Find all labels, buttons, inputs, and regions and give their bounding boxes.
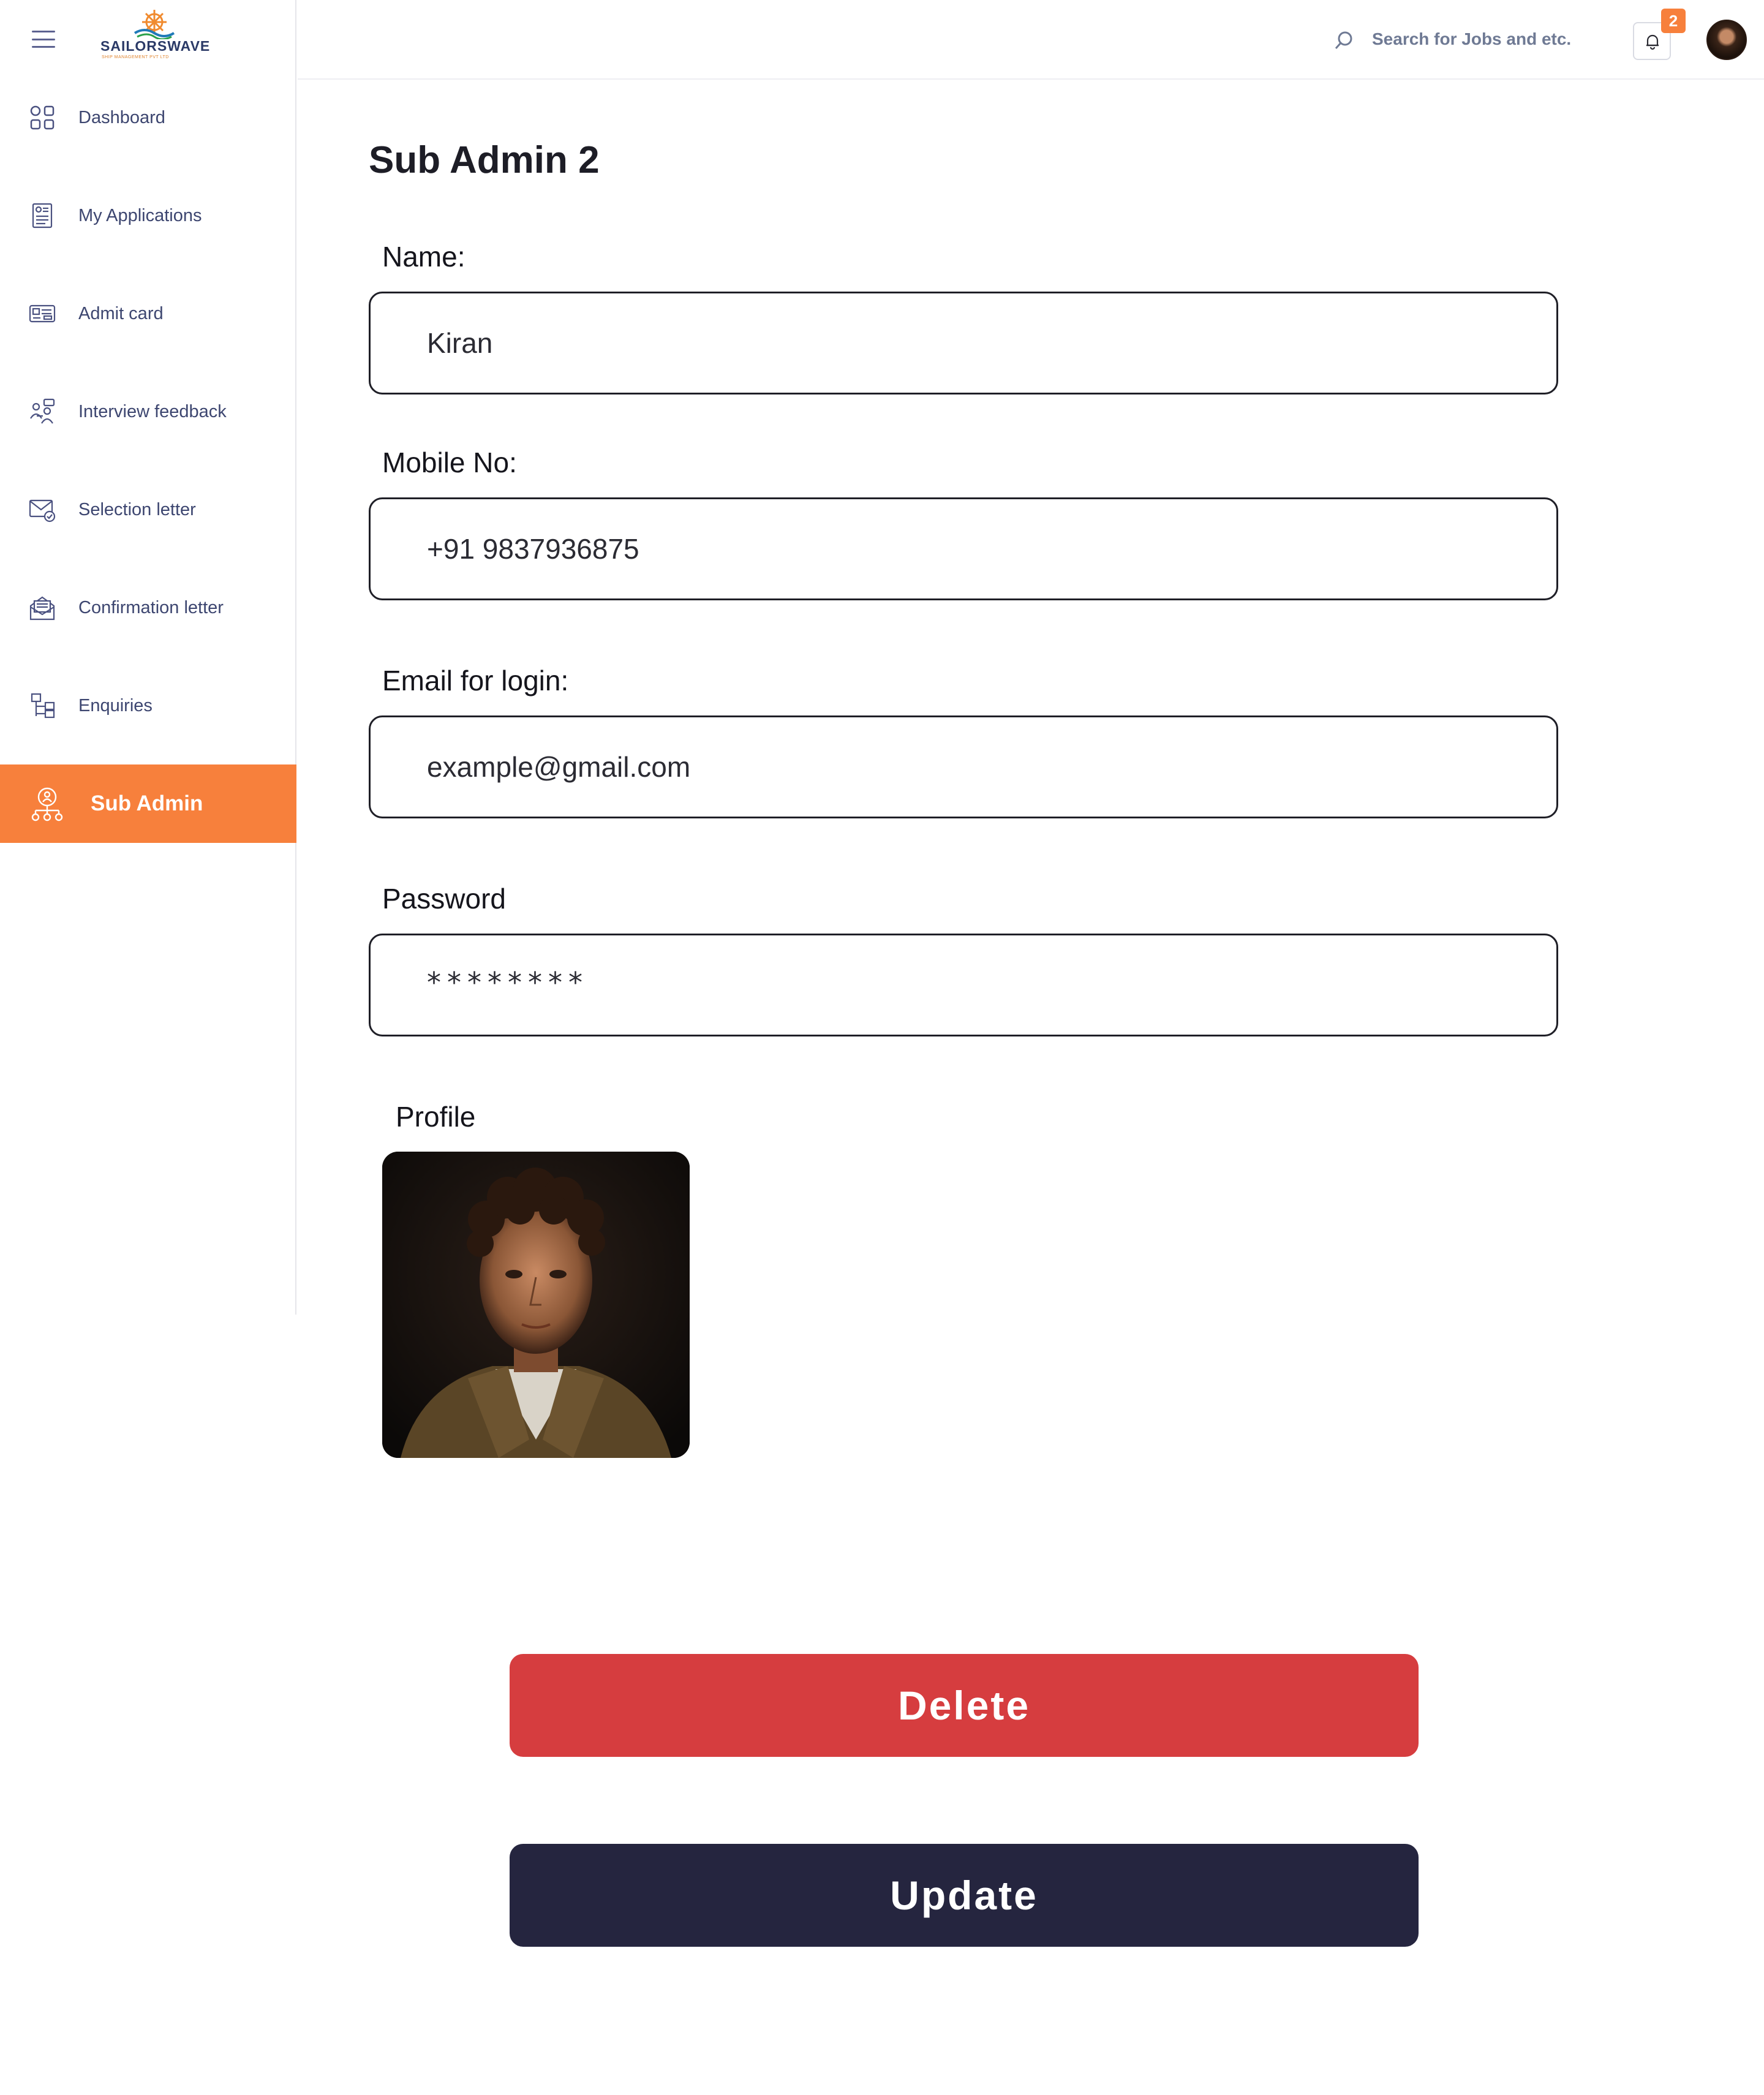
sidebar-item-dashboard[interactable]: Dashboard bbox=[0, 78, 296, 157]
sidebar-item-label: Selection letter bbox=[78, 499, 196, 519]
mobile-field[interactable] bbox=[427, 499, 1529, 598]
sidebar-item-label: Admit card bbox=[78, 303, 164, 323]
enquiry-icon bbox=[31, 693, 55, 719]
name-label: Name: bbox=[382, 241, 466, 273]
sidebar-item-interview-feedback[interactable]: Interview feedback bbox=[0, 372, 296, 451]
search-input[interactable]: Search for Jobs and etc. bbox=[1372, 29, 1571, 49]
sidebar-item-label: Sub Admin bbox=[91, 791, 203, 815]
password-field[interactable]: ******** bbox=[369, 934, 1558, 1036]
sailorswave-logo[interactable]: SAILORSWAVE SHIP MANAGEMENT PVT LTD bbox=[98, 9, 211, 65]
sidebar-item-my-applications[interactable]: My Applications bbox=[0, 176, 296, 255]
profile-photo[interactable] bbox=[382, 1152, 690, 1458]
top-bar: Search for Jobs and etc. 2 bbox=[298, 0, 1764, 80]
update-button[interactable]: Update bbox=[510, 1844, 1419, 1947]
org-chart-icon bbox=[31, 787, 63, 821]
name-field[interactable] bbox=[427, 293, 1529, 393]
interview-icon bbox=[30, 398, 55, 424]
bell-icon bbox=[1646, 34, 1659, 50]
application-form-icon bbox=[32, 203, 53, 228]
email-field[interactable] bbox=[427, 717, 1529, 817]
mobile-field-box bbox=[369, 497, 1558, 600]
password-label: Password bbox=[382, 883, 506, 915]
delete-button[interactable]: Delete bbox=[510, 1654, 1419, 1757]
id-card-icon bbox=[29, 304, 56, 323]
sidebar-item-enquiries[interactable]: Enquiries bbox=[0, 666, 296, 745]
email-label: Email for login: bbox=[382, 665, 569, 696]
sidebar: SAILORSWAVE SHIP MANAGEMENT PVT LTD Dash… bbox=[0, 0, 296, 1315]
sidebar-item-label: Dashboard bbox=[78, 107, 165, 127]
sidebar-item-label: Enquiries bbox=[78, 695, 153, 715]
sidebar-item-sub-admin[interactable]: Sub Admin bbox=[0, 764, 296, 843]
sidebar-item-admit-card[interactable]: Admit card bbox=[0, 274, 296, 353]
brand-tagline: SHIP MANAGEMENT PVT LTD bbox=[102, 55, 169, 59]
avatar[interactable] bbox=[1706, 20, 1747, 60]
sidebar-item-selection-letter[interactable]: Selection letter bbox=[0, 470, 296, 549]
sidebar-item-confirmation-letter[interactable]: Confirmation letter bbox=[0, 568, 296, 647]
sidebar-item-label: My Applications bbox=[78, 205, 202, 225]
password-value: ******** bbox=[427, 966, 589, 999]
notification-badge: 2 bbox=[1661, 9, 1686, 33]
brand-name: SAILORSWAVE bbox=[100, 38, 211, 54]
sidebar-item-label: Interview feedback bbox=[78, 401, 227, 421]
search-icon[interactable] bbox=[1333, 29, 1355, 51]
name-field-box bbox=[369, 292, 1558, 394]
open-letter-icon bbox=[29, 596, 55, 621]
hamburger-menu-icon[interactable] bbox=[32, 31, 55, 48]
page-title: Sub Admin 2 bbox=[369, 139, 600, 181]
mail-check-icon bbox=[29, 499, 56, 523]
grid-icon bbox=[30, 105, 55, 130]
email-field-box bbox=[369, 715, 1558, 818]
sidebar-item-label: Confirmation letter bbox=[78, 597, 224, 617]
profile-label: Profile bbox=[396, 1101, 476, 1133]
mobile-label: Mobile No: bbox=[382, 447, 517, 478]
